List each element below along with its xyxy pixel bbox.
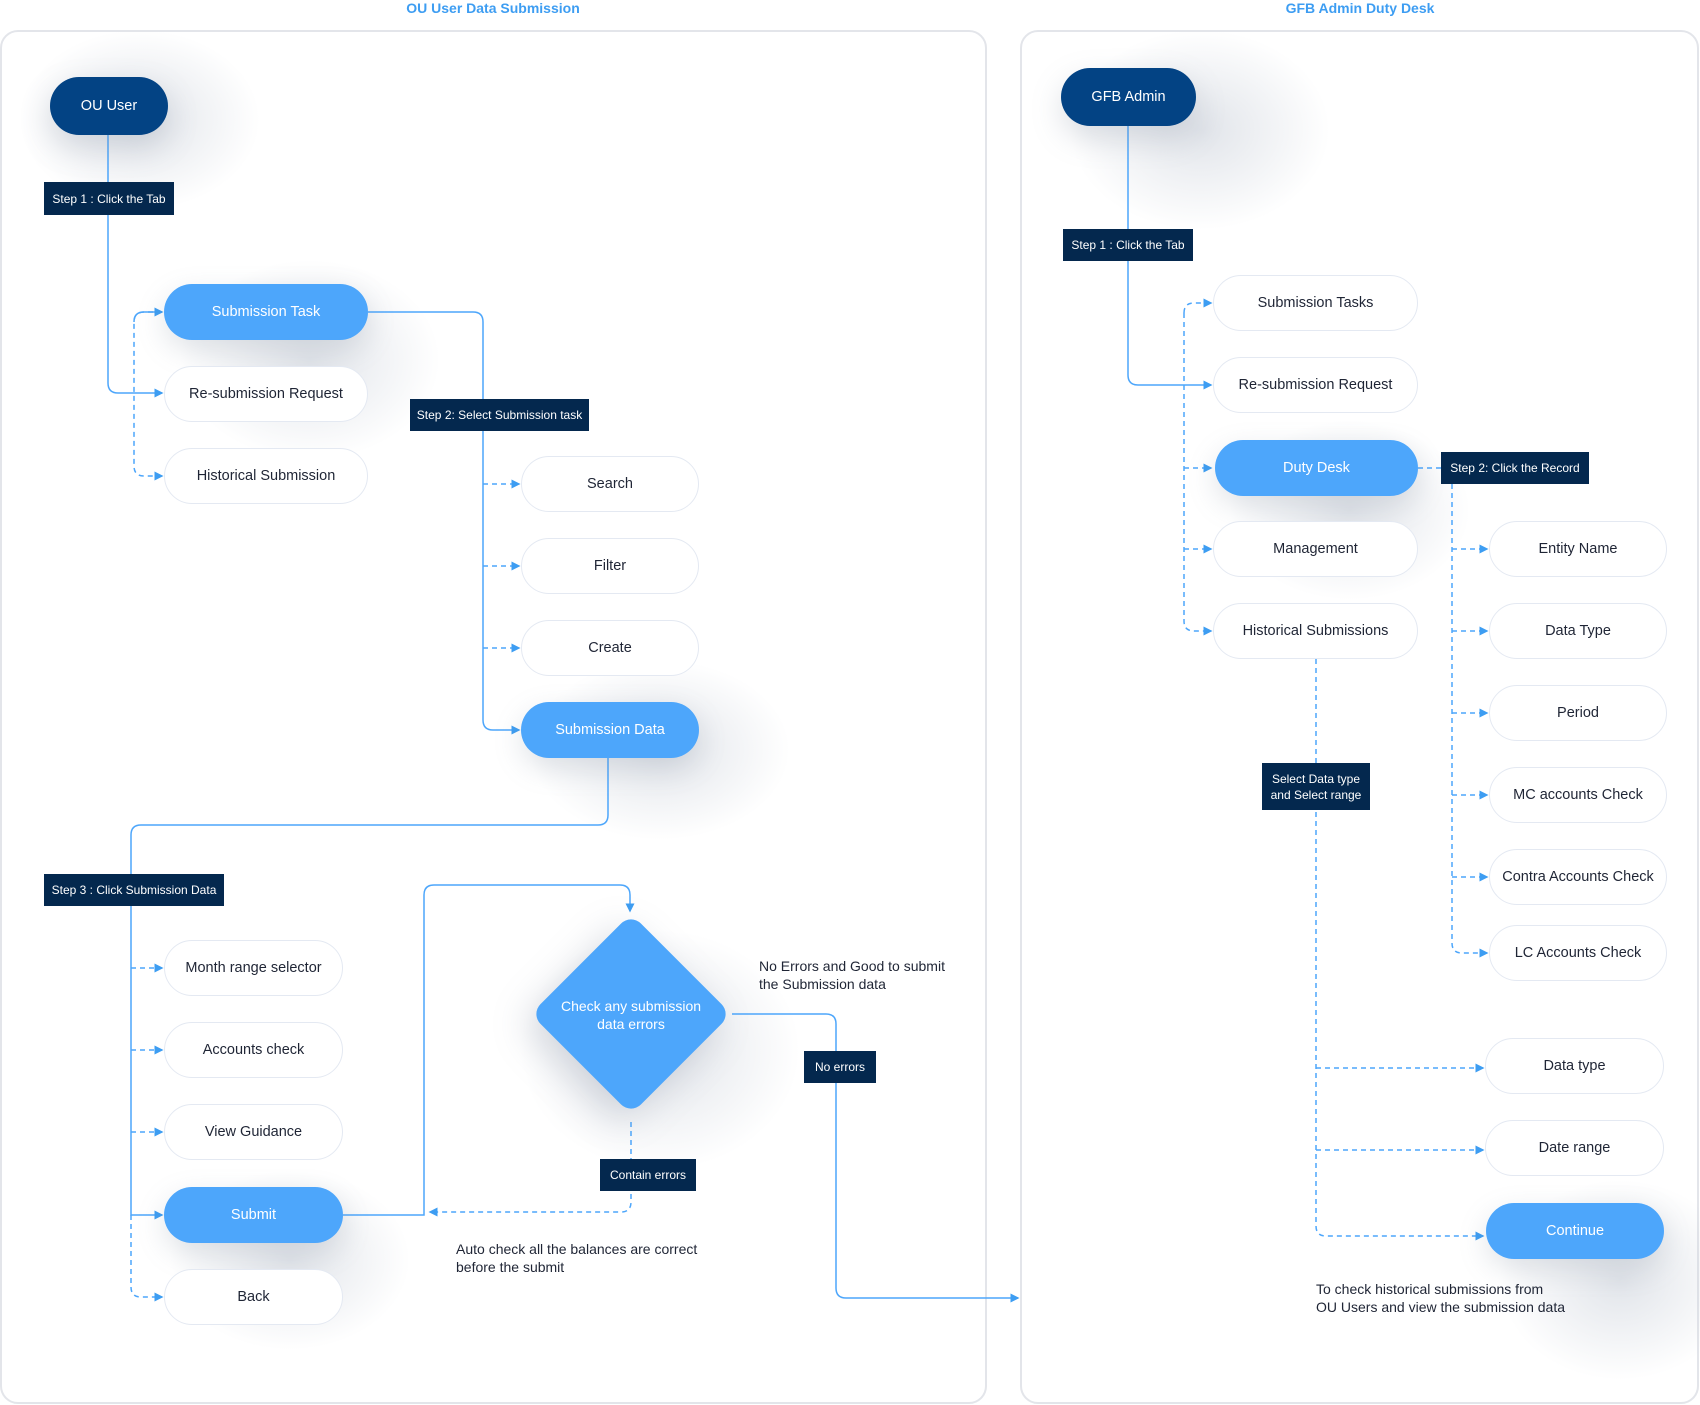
continue-button[interactable]: Continue xyxy=(1486,1203,1664,1259)
back-button[interactable]: Back xyxy=(164,1269,343,1325)
step3-label: Step 3 : Click Submission Data xyxy=(44,874,224,906)
filter-button[interactable]: Filter xyxy=(521,538,699,594)
accounts-check-button[interactable]: Accounts check xyxy=(164,1022,343,1078)
contain-errors-label: Contain errors xyxy=(600,1159,696,1191)
gfb-admin-actor: GFB Admin xyxy=(1061,68,1196,126)
tab-management[interactable]: Management xyxy=(1213,521,1418,577)
step2-label: Step 2: Select Submission task xyxy=(410,399,589,431)
submit-button[interactable]: Submit xyxy=(164,1187,343,1243)
tab-duty-desk[interactable]: Duty Desk xyxy=(1215,440,1418,496)
tab-submission-task[interactable]: Submission Task xyxy=(164,284,368,340)
create-button[interactable]: Create xyxy=(521,620,699,676)
submission-data-button[interactable]: Submission Data xyxy=(521,702,699,758)
view-guidance-button[interactable]: View Guidance xyxy=(164,1104,343,1160)
record-data-type[interactable]: Data Type xyxy=(1489,603,1667,659)
record-entity-name[interactable]: Entity Name xyxy=(1489,521,1667,577)
right-step2-label: Step 2: Click the Record xyxy=(1441,452,1589,484)
step1-label: Step 1 : Click the Tab xyxy=(44,182,174,215)
right-panel-title: GFB Admin Duty Desk xyxy=(1285,0,1435,16)
history-date-range[interactable]: Date range xyxy=(1485,1120,1664,1176)
auto-check-note: Auto check all the balances are correct … xyxy=(456,1241,698,1275)
right-step1-label: Step 1 : Click the Tab xyxy=(1063,229,1193,261)
tab-historical-submissions[interactable]: Historical Submissions xyxy=(1213,603,1418,659)
tab-resubmission-request[interactable]: Re-submission Request xyxy=(164,366,368,422)
record-lc-accounts-check[interactable]: LC Accounts Check xyxy=(1489,925,1667,981)
record-mc-accounts-check[interactable]: MC accounts Check xyxy=(1489,767,1667,823)
record-period[interactable]: Period xyxy=(1489,685,1667,741)
record-contra-accounts-check[interactable]: Contra Accounts Check xyxy=(1489,849,1667,905)
ou-user-actor: OU User xyxy=(50,77,168,135)
tab-submission-tasks[interactable]: Submission Tasks xyxy=(1213,275,1418,331)
ou-user-panel xyxy=(0,30,987,1404)
select-data-type-label: Select Data type and Select range xyxy=(1262,763,1370,810)
left-panel-title: OU User Data Submission xyxy=(406,0,580,16)
history-data-type[interactable]: Data type xyxy=(1485,1038,1664,1094)
no-errors-label: No errors xyxy=(804,1051,876,1083)
no-errors-note: No Errors and Good to submit the Submiss… xyxy=(759,958,945,992)
tab-historical-submission[interactable]: Historical Submission xyxy=(164,448,368,504)
tab-right-resubmission-request[interactable]: Re-submission Request xyxy=(1213,357,1418,413)
history-note: To check historical submissions from OU … xyxy=(1316,1281,1565,1315)
month-range-selector[interactable]: Month range selector xyxy=(164,940,343,996)
search-button[interactable]: Search xyxy=(521,456,699,512)
decision-text: Check any submission data errors xyxy=(560,998,702,1032)
